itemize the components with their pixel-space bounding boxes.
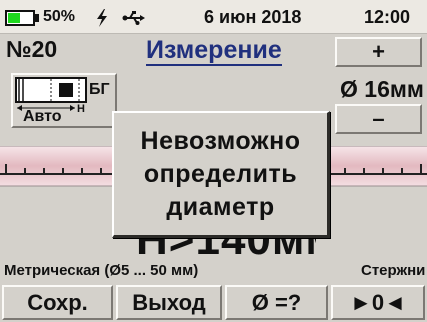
- exit-button[interactable]: Выход: [116, 285, 222, 320]
- object-type-label: Стержни: [361, 262, 426, 279]
- mode-button[interactable]: H БГ Авто: [11, 73, 117, 128]
- bolt-icon: [97, 9, 107, 27]
- error-dialog: Невозможно определить диаметр: [112, 111, 330, 238]
- measurement-value-clip: H>140мм: [136, 238, 316, 256]
- battery-icon: [5, 10, 35, 26]
- device-screen: 50% 6 июн 2018 12:00 №20 Измерение + Ø 1…: [0, 0, 427, 322]
- range-label: Метрическая (Ø5 ... 50 мм): [4, 262, 199, 279]
- save-button[interactable]: Сохр.: [2, 285, 113, 320]
- mode-bg-label: БГ: [89, 81, 110, 98]
- battery-level-fill: [8, 13, 20, 23]
- battery-tip: [35, 14, 39, 22]
- usb-icon: [122, 11, 145, 25]
- zero-calibrate-button[interactable]: ►0◄: [331, 285, 425, 320]
- status-date: 6 июн 2018: [204, 7, 302, 27]
- dialog-line: Невозможно: [140, 126, 301, 155]
- diameter-value: Ø 16мм: [340, 76, 424, 102]
- status-bar: 50% 6 июн 2018 12:00: [0, 0, 427, 34]
- mode-auto-label: Авто: [23, 108, 62, 125]
- battery-percent: 50%: [43, 8, 76, 25]
- increase-diameter-button[interactable]: +: [335, 37, 422, 67]
- decrease-diameter-button[interactable]: –: [335, 104, 422, 134]
- page-title: Измерение: [146, 36, 282, 66]
- object-number: №20: [6, 36, 58, 62]
- status-time: 12:00: [364, 7, 411, 27]
- dialog-line: определить: [143, 159, 298, 188]
- measurement-value: H>140мм: [136, 238, 316, 256]
- detect-diameter-button[interactable]: Ø =?: [225, 285, 328, 320]
- svg-text:H: H: [77, 103, 85, 113]
- dialog-line: диаметр: [166, 192, 275, 221]
